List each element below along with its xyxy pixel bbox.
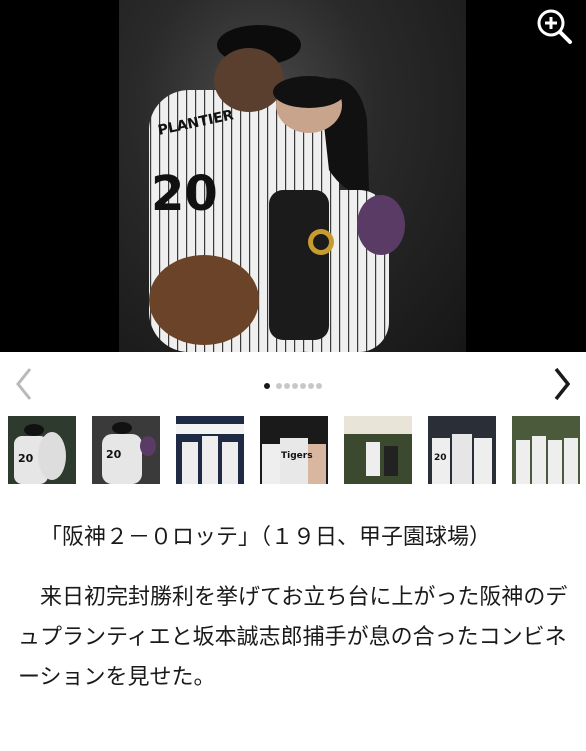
thumbnail-6[interactable]: 20 bbox=[428, 416, 496, 484]
thumbnail-2[interactable]: 20 bbox=[92, 416, 160, 484]
svg-text:20: 20 bbox=[434, 453, 447, 463]
chevron-left-icon bbox=[16, 368, 32, 400]
thumbnail-image: Tigers bbox=[260, 416, 328, 484]
zoom-button[interactable] bbox=[534, 6, 574, 46]
thumbnail-image: 20 bbox=[92, 416, 160, 484]
previous-photo-button[interactable] bbox=[6, 366, 42, 402]
thumbnail-4[interactable]: Tigers bbox=[260, 416, 328, 484]
main-photo[interactable]: 20 PLANTIER bbox=[119, 0, 466, 352]
thumbnail-image bbox=[176, 416, 244, 484]
page-dot[interactable] bbox=[284, 383, 290, 389]
page-dot-active[interactable] bbox=[264, 383, 270, 389]
chevron-right-icon bbox=[554, 367, 571, 401]
thumbnail-image bbox=[344, 416, 412, 484]
thumbnail-1[interactable]: 20 bbox=[8, 416, 76, 484]
svg-text:20: 20 bbox=[18, 452, 34, 465]
svg-text:20: 20 bbox=[106, 448, 122, 461]
article-body: 来日初完封勝利を挙げてお立ち台に上がった阪神のデュプランティエと坂本誠志郎捕手が… bbox=[18, 585, 568, 690]
page-dot[interactable] bbox=[308, 383, 314, 389]
thumbnail-3[interactable] bbox=[176, 416, 244, 484]
players-embracing-illustration: 20 PLANTIER bbox=[149, 25, 405, 352]
svg-text:Tigers: Tigers bbox=[281, 451, 313, 461]
photo-caption: 「阪神２－０ロッテ」（１９日、甲子園球場） bbox=[40, 525, 492, 550]
main-photo-area[interactable]: 20 PLANTIER bbox=[0, 0, 586, 352]
next-photo-button[interactable] bbox=[544, 366, 580, 402]
thumbnail-image bbox=[512, 416, 580, 484]
thumbnail-5[interactable] bbox=[344, 416, 412, 484]
page-dot[interactable] bbox=[316, 383, 322, 389]
gallery-navigation bbox=[0, 352, 586, 416]
thumbnail-7[interactable] bbox=[512, 416, 580, 484]
page-dot[interactable] bbox=[300, 383, 306, 389]
thumbnail-image: 20 bbox=[8, 416, 76, 484]
jersey-number: 20 bbox=[151, 166, 218, 222]
zoom-in-icon bbox=[537, 9, 572, 44]
page-dot[interactable] bbox=[292, 383, 298, 389]
thumbnail-image: 20 bbox=[428, 416, 496, 484]
thumbnail-strip: 20 20 Tigers 20 bbox=[0, 416, 586, 486]
page-indicator bbox=[264, 383, 322, 389]
page-dot[interactable] bbox=[276, 383, 282, 389]
